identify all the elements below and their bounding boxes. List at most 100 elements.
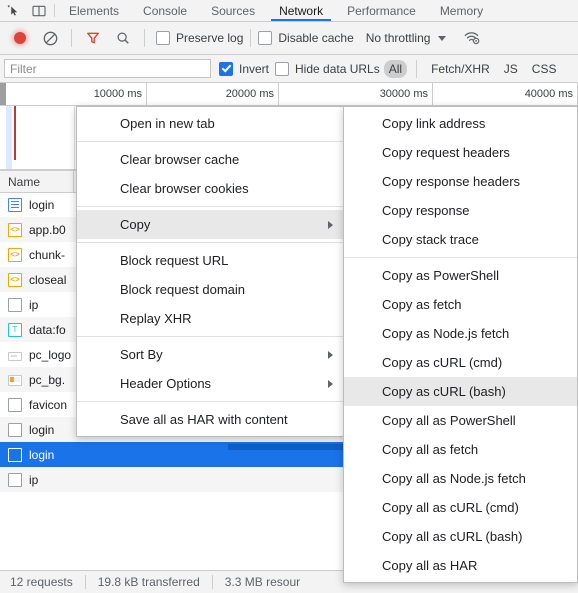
menu-item-copy-all-as-powershell[interactable]: Copy all as PowerShell [344,406,577,435]
generic-file-icon [8,422,22,437]
panel-tabs: Elements Console Sources Network Perform… [57,0,495,21]
menu-item-copy-as-fetch[interactable]: Copy as fetch [344,290,577,319]
context-menu: Open in new tab Clear browser cache Clea… [76,106,344,437]
chevron-right-icon [328,379,333,388]
menu-item-label: Copy all as HAR [382,558,478,573]
menu-item-copy-as-nodejs-fetch[interactable]: Copy as Node.js fetch [344,319,577,348]
menu-item-save-all-as-har-with-content[interactable]: Save all as HAR with content [77,405,343,434]
status-transferred: 19.8 kB transferred [84,575,212,589]
invert-checkbox[interactable]: Invert [219,61,269,76]
menu-item-copy-stack-trace[interactable]: Copy stack trace [344,225,577,254]
menu-separator [77,401,343,402]
menu-item-block-request-url[interactable]: Block request URL [77,246,343,275]
request-name: pc_bg. [29,372,66,387]
menu-item-copy-link-address[interactable]: Copy link address [344,109,577,138]
filter-input[interactable] [4,59,211,78]
menu-item-label: Copy response [382,203,470,218]
menu-item-clear-browser-cookies[interactable]: Clear browser cookies [77,174,343,203]
menu-item-label: Copy all as cURL (bash) [382,529,523,544]
search-button[interactable] [109,25,137,51]
menu-item-header-options[interactable]: Header Options [77,369,343,398]
network-conditions-icon[interactable] [458,25,486,51]
toolbar-divider-3 [250,29,252,47]
toolbar-divider-2 [144,29,145,47]
overview-column-divider [74,106,75,170]
menu-item-copy-as-curl-cmd[interactable]: Copy as cURL (cmd) [344,348,577,377]
menu-item-copy-all-as-curl-bash[interactable]: Copy all as cURL (bash) [344,522,577,551]
tab-label: Sources [211,3,256,18]
record-button[interactable] [6,25,34,51]
menu-item-copy-as-powershell[interactable]: Copy as PowerShell [344,261,577,290]
ruler-tick: 30000 ms [279,83,433,105]
menu-item-copy-response[interactable]: Copy response [344,196,577,225]
inspect-element-icon[interactable] [0,0,26,21]
tab-console[interactable]: Console [131,0,199,21]
filter-type-css[interactable]: CSS [527,60,562,78]
tab-label: Network [279,3,324,18]
menu-separator [77,242,343,243]
request-name: login [29,197,55,212]
preserve-log-label: Preserve log [176,31,244,45]
menu-item-sort-by[interactable]: Sort By [77,340,343,369]
menu-item-label: Block request URL [120,253,229,268]
generic-file-icon [8,297,22,312]
filter-toggle-button[interactable] [79,25,107,51]
menu-item-block-request-domain[interactable]: Block request domain [77,275,343,304]
filter-type-all[interactable]: All [383,59,408,78]
menu-item-label: Replay XHR [120,311,192,326]
filter-type-js[interactable]: JS [499,60,523,78]
menu-item-label: Copy stack trace [382,232,479,247]
menu-item-label: Copy all as PowerShell [382,413,516,428]
tab-sources[interactable]: Sources [199,0,267,21]
menu-item-copy-as-curl-bash[interactable]: Copy as cURL (bash) [344,377,577,406]
menu-item-label: Copy link address [382,116,486,131]
timeline-ruler: 10000 ms 20000 ms 30000 ms 40000 ms [0,83,578,106]
menu-item-label: Copy as cURL (cmd) [382,355,503,370]
menu-item-label: Copy response headers [382,174,521,189]
filter-type-label: All [388,61,403,76]
menu-item-replay-xhr[interactable]: Replay XHR [77,304,343,333]
request-name: pc_logo [29,347,72,362]
device-toolbar-icon[interactable] [26,0,52,21]
menu-item-copy-request-headers[interactable]: Copy request headers [344,138,577,167]
filter-type-fetch-xhr[interactable]: Fetch/XHR [426,60,495,78]
filter-type-label: CSS [531,61,557,76]
menu-item-copy-all-as-fetch[interactable]: Copy all as fetch [344,435,577,464]
overview-activity-band [6,106,12,170]
ruler-tick: 40000 ms [433,83,578,105]
menu-separator [77,336,343,337]
menu-item-copy-all-as-nodejs-fetch[interactable]: Copy all as Node.js fetch [344,464,577,493]
column-header-name[interactable]: Name [0,171,74,192]
disable-cache-box-icon [258,31,273,45]
tab-performance[interactable]: Performance [335,0,428,21]
menu-item-clear-browser-cache[interactable]: Clear browser cache [77,145,343,174]
devtools-tabstrip: Elements Console Sources Network Perform… [0,0,578,22]
menu-item-copy-response-headers[interactable]: Copy response headers [344,167,577,196]
hide-data-urls-box-icon [275,61,290,76]
disable-cache-checkbox[interactable]: Disable cache [258,31,354,45]
menu-item-open-in-new-tab[interactable]: Open in new tab [77,109,343,138]
script-icon: <> [8,222,22,237]
clear-button[interactable] [36,25,64,51]
overview-domcontentloaded-marker [14,106,16,160]
request-name: data:fo [29,322,66,337]
preserve-log-checkbox[interactable]: Preserve log [156,31,243,45]
menu-item-copy[interactable]: Copy [77,210,343,239]
filter-type-label: JS [503,61,518,76]
chevron-down-icon[interactable] [438,35,447,41]
filter-divider [416,59,418,78]
toolbar-divider [71,29,72,47]
tab-label: Memory [439,3,484,18]
menu-item-copy-all-as-curl-cmd[interactable]: Copy all as cURL (cmd) [344,493,577,522]
menu-item-copy-all-as-har[interactable]: Copy all as HAR [344,551,577,580]
tab-network[interactable]: Network [267,0,335,21]
menu-item-label: Copy as Node.js fetch [382,326,510,341]
script-icon: <> [8,272,22,287]
throttling-select[interactable]: No throttling [364,31,433,45]
generic-file-icon [8,447,22,462]
tab-memory[interactable]: Memory [428,0,495,21]
hide-data-urls-checkbox[interactable]: Hide data URLs [275,61,380,76]
status-requests: 12 requests [10,575,73,589]
network-toolbar: Preserve log Disable cache No throttling [0,22,578,55]
tab-elements[interactable]: Elements [57,0,131,21]
